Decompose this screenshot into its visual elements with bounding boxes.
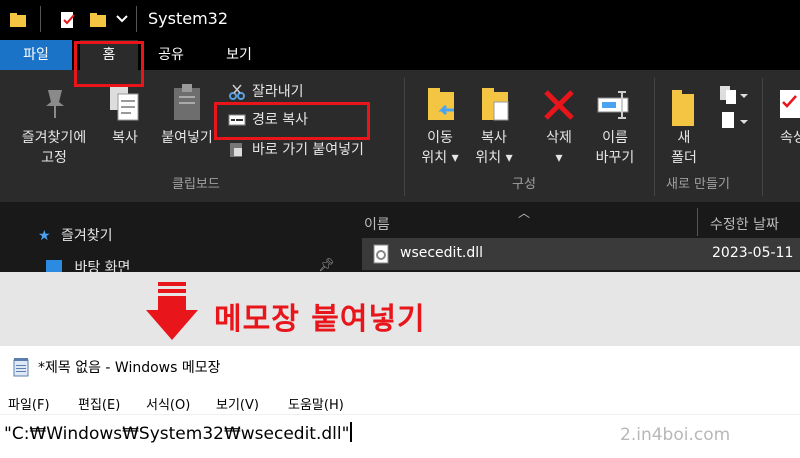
divider [40,6,41,32]
file-date: 2023-05-11 [712,245,794,261]
title-bar: System32 [0,0,800,40]
pin-icon [46,90,64,118]
column-divider[interactable] [697,208,698,236]
cut-label: 잘라내기 [252,84,304,100]
watermark: 2.in4boi.com [620,425,731,445]
properties-icon [780,90,800,118]
paste-shortcut-label: 바로 가기 붙여넣기 [252,142,364,158]
tab-file[interactable]: 파일 [0,40,72,70]
tab-share[interactable]: 공유 [146,40,196,70]
delete-button[interactable]: 삭제 ▾ [534,128,584,168]
group-separator [762,78,763,196]
notepad-menu-bar: 파일(F) 편집(E) 서식(O) 보기(V) 도움말(H) [0,386,800,416]
new-folder-button[interactable]: 새 폴더 [660,128,708,168]
copy-button[interactable]: 복사 [104,128,146,148]
menu-format[interactable]: 서식(O) [146,394,190,413]
move-to-button[interactable]: 이동 위치 ▾ [412,128,468,168]
menu-edit[interactable]: 편집(E) [78,394,120,413]
copy-to-icon [482,88,509,121]
window-title: System32 [148,9,229,28]
navigation-pane: ★ 즐겨찾기 바탕 화면 📌︎ [0,202,340,272]
chevron-down-icon[interactable] [116,14,128,24]
delete-x-icon [544,90,574,120]
file-name: wsecedit.dll [400,245,484,261]
file-list: ︿ 이름 수정한 날짜 wsecedit.dll 2023-05-11 [342,202,800,272]
highlight-copy-path [214,102,370,140]
organize-group-label: 구성 [512,177,536,192]
notepad-content: "C:₩Windows₩System32₩wsecedit.dll" [4,422,353,444]
rename-button[interactable]: 이름 바꾸기 [588,128,642,168]
properties-button[interactable]: 속성 [780,128,800,148]
easy-access-icon[interactable] [718,110,750,132]
paste-button[interactable]: 붙여넣기 [152,128,222,148]
text-caret [350,422,353,442]
column-header-name[interactable]: 이름 [364,214,390,234]
scissors-icon [229,84,245,100]
ribbon: 즐겨찾기에 고정 복사 붙여넣기 잘라내기 경로 복사 바로 가기 붙여넣기 클… [0,70,800,202]
menu-help[interactable]: 도움말(H) [288,394,344,413]
move-to-icon [428,88,454,120]
group-separator [654,78,655,196]
menu-view[interactable]: 보기(V) [216,394,259,413]
copy-to-button[interactable]: 복사 위치 ▾ [466,128,522,168]
new-folder-quick-icon[interactable] [88,10,110,30]
divider [136,6,137,32]
instruction-band: 메모장 붙여넣기 [0,272,800,346]
nav-quick-access[interactable]: ★ 즐겨찾기 [38,225,113,245]
copy-icon [110,86,139,121]
new-group-label: 새로 만들기 [666,177,730,192]
dll-file-icon [373,244,389,264]
pin-to-quick-access-button[interactable]: 즐겨찾기에 고정 [2,128,106,168]
rename-icon [597,91,629,119]
highlight-home-tab [74,41,144,87]
cut-button[interactable]: 잘라내기 [228,80,304,104]
pin-icon: 📌︎ [318,258,335,272]
nav-desktop-label: 바탕 화면 [74,260,131,272]
nav-quick-access-label: 즐겨찾기 [61,228,113,244]
column-header-date[interactable]: 수정한 날짜 [710,214,779,234]
notepad-title: *제목 없음 - Windows 메모장 [38,360,221,376]
desktop-icon [46,260,62,272]
sort-up-icon: ︿ [518,206,531,220]
folder-icon [10,13,26,27]
pasted-path-text: "C:₩Windows₩System32₩wsecedit.dll" [4,424,350,444]
instruction-text: 메모장 붙여넣기 [214,302,426,337]
clipboard-icon [174,84,200,120]
menu-file[interactable]: 파일(F) [8,394,50,413]
notepad-icon [13,358,29,377]
notepad-window: *제목 없음 - Windows 메모장 파일(F) 편집(E) 서식(O) 보… [0,346,800,458]
notepad-title-bar: *제목 없음 - Windows 메모장 [0,346,800,386]
arrow-down-icon [146,282,198,340]
properties-check-icon[interactable] [58,10,78,30]
clipboard-group-label: 클립보드 [172,177,220,192]
file-row[interactable]: wsecedit.dll 2023-05-11 [362,238,800,270]
tab-view[interactable]: 보기 [214,40,264,70]
new-item-icon[interactable] [718,84,750,106]
group-separator [404,78,405,196]
paste-shortcut-icon [230,143,242,157]
nav-desktop[interactable]: 바탕 화면 [46,257,130,272]
file-explorer-window: System32 파일 홈 공유 보기 즐겨찾기에 고정 복사 붙여넣기 잘라내… [0,0,800,272]
paste-shortcut-button[interactable]: 바로 가기 붙여넣기 [228,138,364,162]
star-icon: ★ [38,228,51,244]
new-folder-icon [672,90,694,126]
